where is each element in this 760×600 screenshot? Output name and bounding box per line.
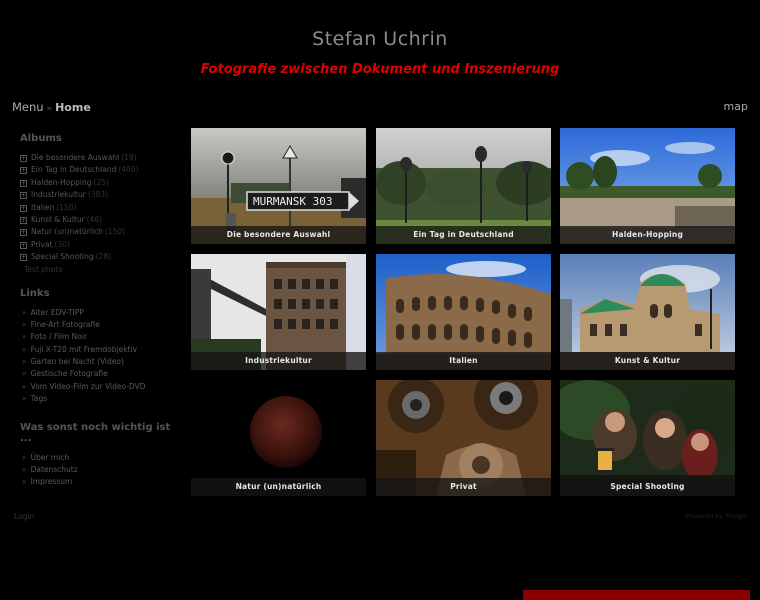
expand-plus-icon[interactable]: + — [20, 241, 27, 249]
album-count: (150) — [104, 227, 126, 237]
album-count: (400) — [118, 165, 139, 175]
album-item[interactable]: + Industriekultur (383) — [20, 189, 180, 201]
album-tile[interactable]: Special Shooting — [560, 380, 735, 496]
imprint-link[interactable]: Impressum — [20, 476, 180, 488]
album-item[interactable]: + Die besondere Auswahl (19) — [20, 152, 180, 164]
album-label[interactable]: Kunst & Kultur — [31, 215, 85, 224]
expand-plus-icon[interactable]: + — [20, 155, 27, 162]
album-item[interactable]: + Privat (30) — [20, 239, 180, 251]
album-item[interactable]: + Special Shooting (28) — [20, 251, 180, 263]
site-title[interactable]: Stefan Uchrin — [0, 28, 760, 50]
sign-text: MURMANSK 303 — [253, 195, 332, 208]
album-caption[interactable]: Privat — [376, 478, 551, 496]
expand-plus-icon[interactable]: + — [20, 179, 27, 187]
album-tile[interactable]: Italien — [376, 254, 551, 370]
album-label[interactable]: Industriekultur — [31, 190, 86, 199]
album-item[interactable]: + Halden-Hopping (25) — [20, 177, 180, 189]
breadcrumb: Menu» Home — [12, 100, 91, 114]
albums-heading[interactable]: Albums — [20, 133, 180, 144]
wichtig-list: Über mich Datenschutz Impressum — [20, 452, 180, 489]
album-caption[interactable]: Special Shooting — [560, 478, 735, 496]
map-link[interactable]: map — [724, 100, 748, 113]
album-label[interactable]: Special Shooting — [31, 252, 94, 261]
album-count: (383) — [87, 190, 109, 200]
album-tile[interactable]: Industriekultur — [191, 254, 366, 370]
album-item[interactable]: + Natur (un)natürlich (150) — [20, 226, 180, 238]
album-tile[interactable]: MURMANSK 303 Die besondere Auswahl — [191, 128, 366, 244]
link-list: Alter EDV-TIPP Fine-Art Fotografie Foto … — [20, 307, 180, 406]
album-tile[interactable]: Ein Tag in Deutschland — [376, 128, 551, 244]
link-item[interactable]: Fine-Art Fotografie — [20, 319, 180, 331]
album-caption[interactable]: Natur (un)natürlich — [191, 478, 366, 496]
album-count: (46) — [86, 214, 103, 224]
album-label[interactable]: Halden-Hopping — [31, 178, 92, 187]
album-caption[interactable]: Kunst & Kultur — [560, 352, 735, 370]
link-item[interactable]: Foto / Film Noir — [20, 331, 180, 343]
album-caption[interactable]: Halden-Hopping — [560, 226, 735, 244]
expand-plus-icon[interactable]: + — [20, 204, 27, 212]
album-tile[interactable]: Privat — [376, 380, 551, 496]
album-count: (28) — [95, 252, 112, 262]
test-photo-link[interactable]: Test photo — [24, 265, 180, 274]
album-label[interactable]: Italien — [31, 203, 54, 212]
breadcrumb-separator: » — [46, 104, 53, 114]
link-item[interactable]: Garten bei Nacht (Video) — [20, 356, 180, 368]
bottom-accent-bar — [523, 590, 750, 600]
links-heading[interactable]: Links — [20, 288, 180, 299]
about-link[interactable]: Über mich — [20, 452, 180, 464]
album-label[interactable]: Privat — [31, 240, 53, 249]
link-item[interactable]: Alter EDV-TIPP — [20, 307, 180, 319]
album-caption[interactable]: Ein Tag in Deutschland — [376, 226, 551, 244]
album-list: + Die besondere Auswahl (19) + Ein Tag in D… — [20, 152, 180, 264]
album-count: (25) — [93, 177, 109, 187]
link-item[interactable]: Tags — [20, 393, 180, 405]
album-tile[interactable]: Kunst & Kultur — [560, 254, 735, 370]
album-count: (30) — [54, 239, 70, 249]
site-subtitle: Fotografie zwischen Dokument und Inszeni… — [200, 62, 560, 77]
album-label[interactable]: Natur (un)natürlich — [31, 227, 103, 236]
expand-plus-icon[interactable]: + — [20, 254, 27, 262]
privacy-link[interactable]: Datenschutz — [20, 464, 180, 476]
sidebar: Albums + Die besondere Auswahl (19) + Ein T… — [20, 133, 180, 489]
link-item[interactable]: Fuji X-T20 mit Fremdobjektiv — [20, 344, 180, 356]
album-count: (150) — [56, 202, 77, 212]
login-link[interactable]: Login — [14, 512, 34, 521]
album-tile[interactable]: Natur (un)natürlich — [191, 380, 366, 496]
album-item[interactable]: + Italien (150) — [20, 202, 180, 214]
album-tile[interactable]: Halden-Hopping — [560, 128, 735, 244]
link-item[interactable]: Vom Video-Film zur Video-DVD — [20, 381, 180, 393]
powered-by-link[interactable]: Powered by Piwigo — [685, 512, 746, 520]
album-label[interactable]: Die besondere Auswahl — [31, 153, 119, 162]
album-caption[interactable]: Italien — [376, 352, 551, 370]
menu-toggle[interactable]: Menu — [12, 100, 44, 114]
expand-plus-icon[interactable]: + — [20, 216, 27, 224]
album-label[interactable]: Ein Tag in Deutschland — [31, 165, 116, 174]
link-item[interactable]: Gestische Fotografie — [20, 368, 180, 380]
wichtig-heading[interactable]: Was sonst noch wichtig ist ... — [20, 422, 180, 444]
album-count: (19) — [121, 153, 137, 162]
album-item[interactable]: + Kunst & Kultur (46) — [20, 214, 180, 226]
home-link[interactable]: Home — [55, 101, 91, 114]
expand-plus-icon[interactable]: + — [20, 167, 27, 175]
expand-plus-icon[interactable]: + — [20, 192, 27, 200]
album-item[interactable]: + Ein Tag in Deutschland (400) — [20, 164, 180, 176]
expand-plus-icon[interactable]: + — [20, 229, 27, 237]
album-caption[interactable]: Die besondere Auswahl — [191, 226, 366, 244]
album-caption[interactable]: Industriekultur — [191, 352, 366, 370]
